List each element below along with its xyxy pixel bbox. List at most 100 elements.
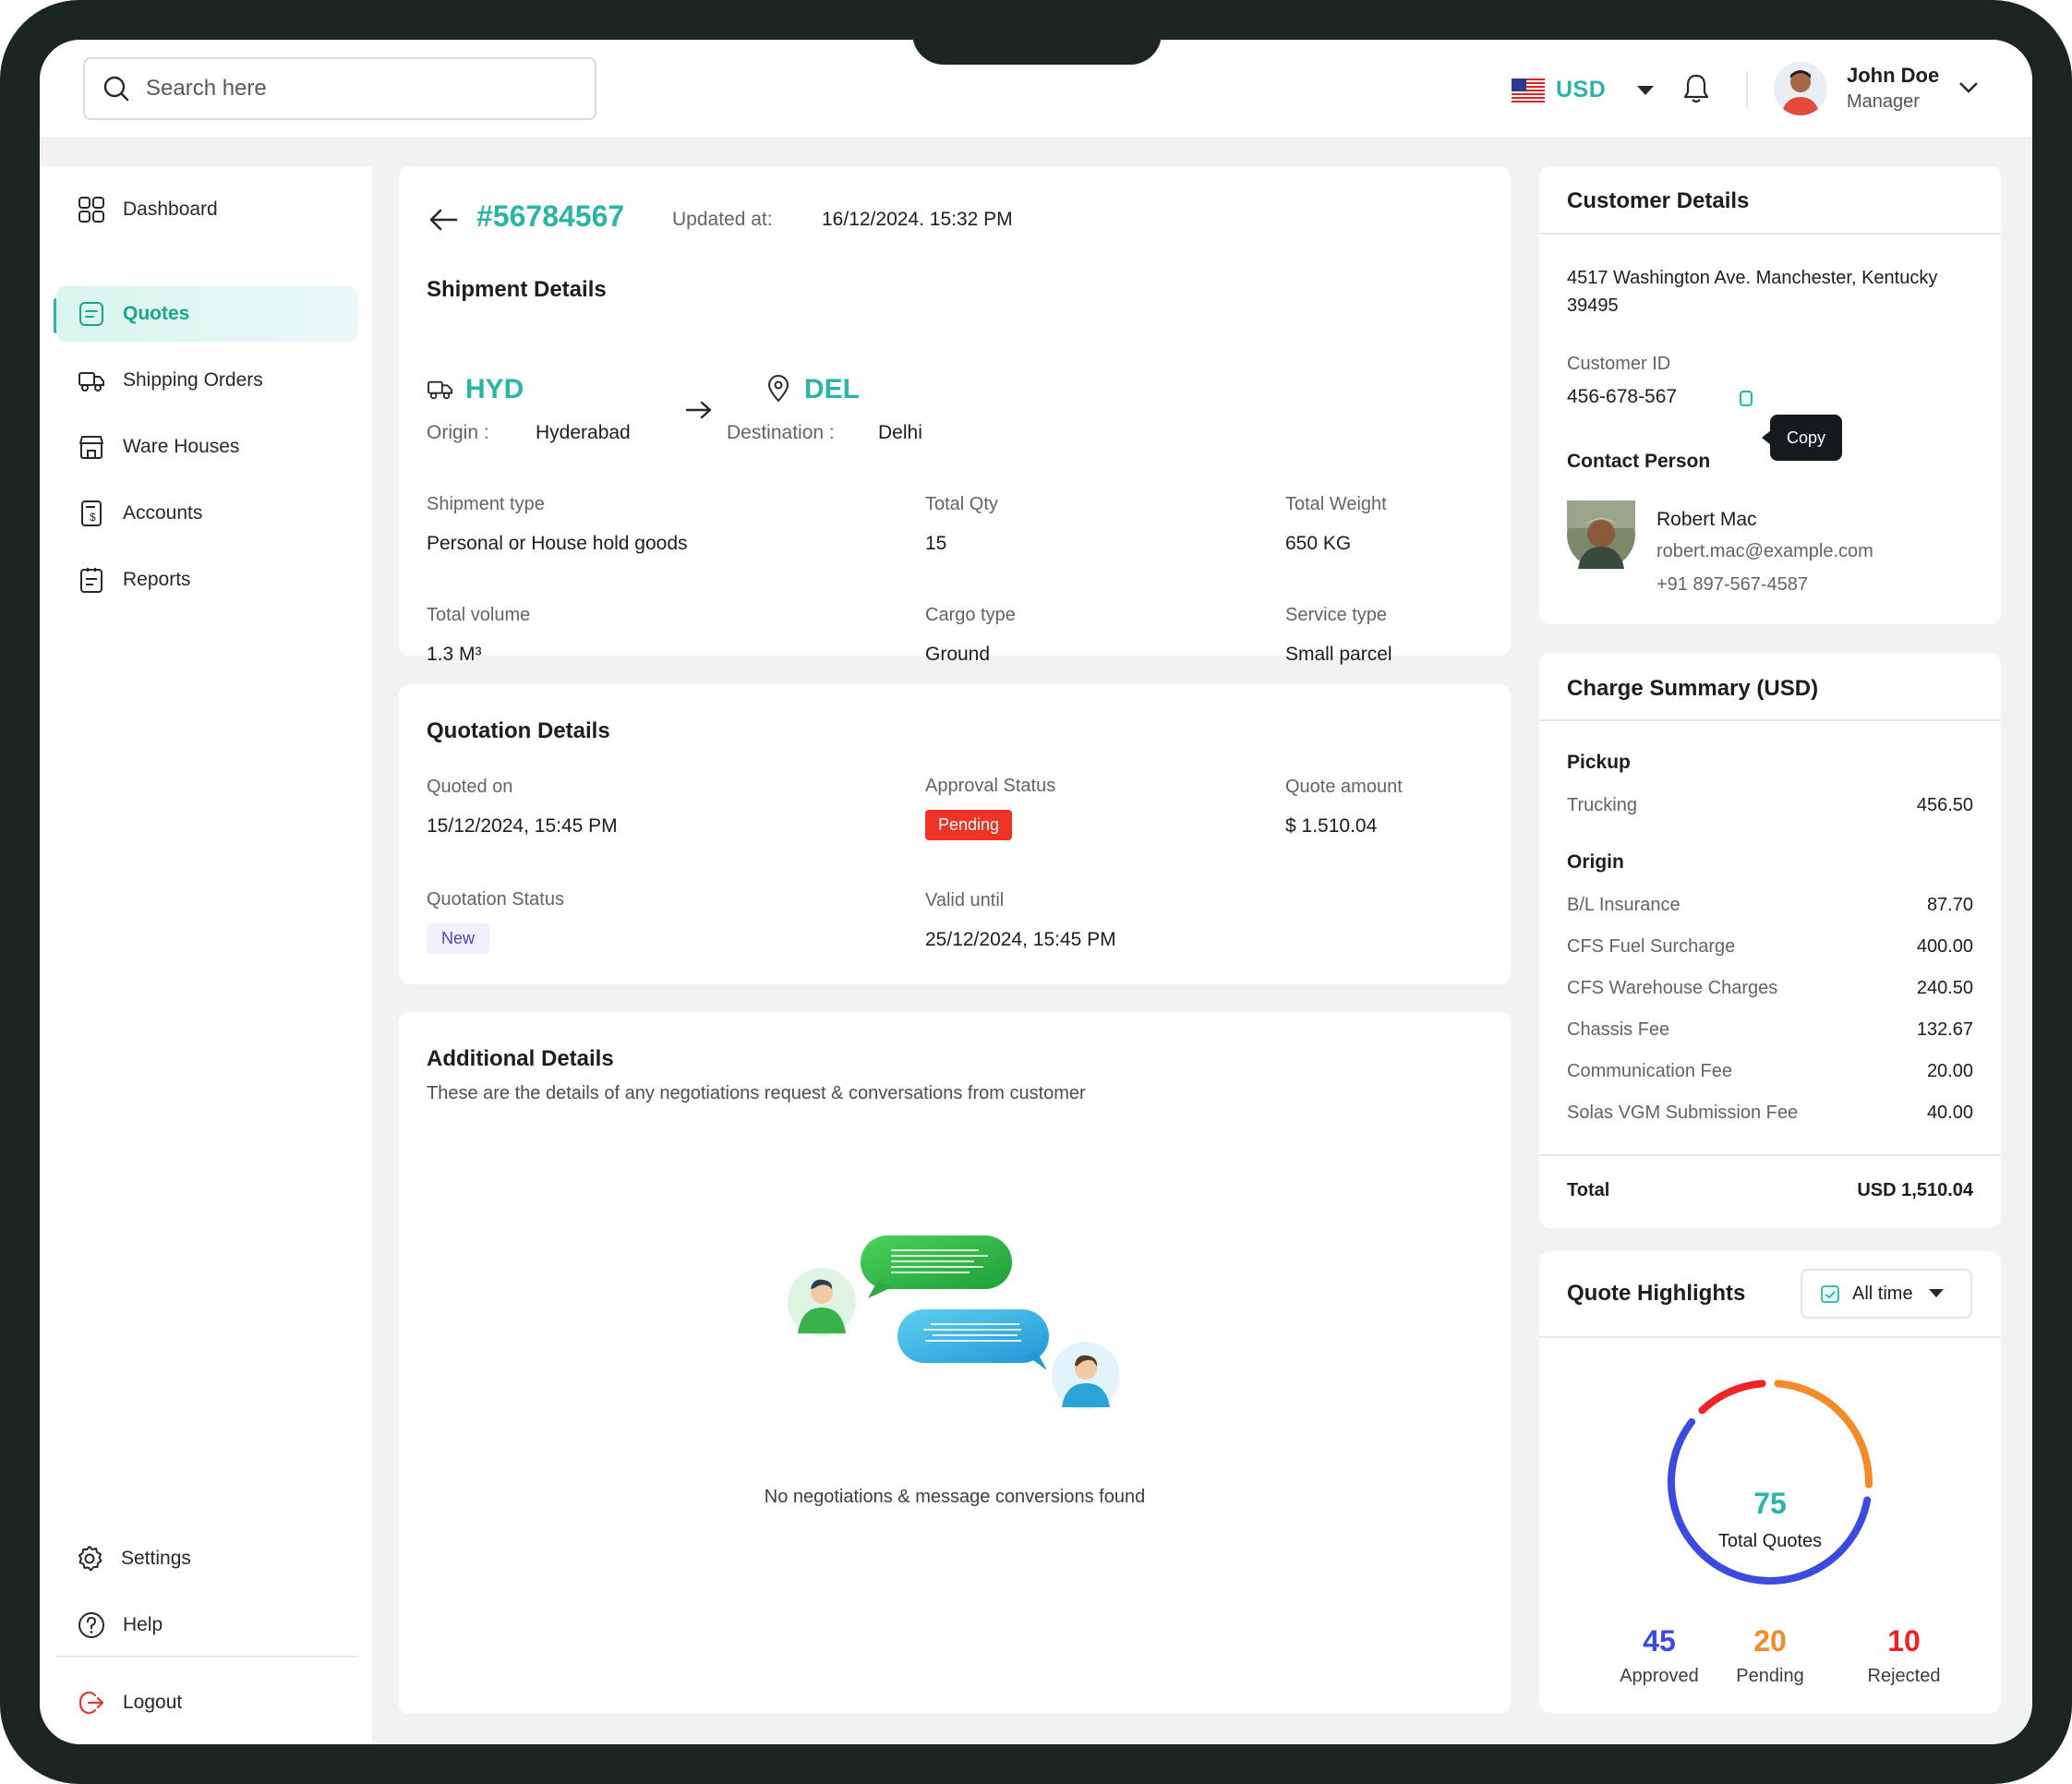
quoted-on-label: Quoted on [427,777,513,797]
contact-phone: +91 897-567-4587 [1656,574,1809,595]
calendar-icon [1821,1285,1839,1303]
sidebar-item-label: Ware Houses [123,436,240,457]
search-icon [103,76,129,102]
field-label: Total volume [427,605,531,625]
sidebar-item-reports[interactable]: Reports [56,552,357,608]
charge-value: 40.00 [1926,1103,1973,1123]
search-box[interactable] [83,57,596,120]
time-filter-dropdown[interactable]: All time [1801,1269,1972,1319]
sidebar-item-settings[interactable]: Settings [56,1531,357,1586]
user-role: Manager [1847,91,1920,112]
updated-value: 16/12/2024. 15:32 PM [822,209,1013,230]
additional-details-card: Additional Details These are the details… [399,1012,1511,1714]
sidebar-item-quotes[interactable]: Quotes [56,286,357,342]
charge-label: Trucking [1567,795,1637,815]
quote-highlights-card: Quote Highlights All time 75 Total Quote… [1539,1251,2001,1713]
sidebar-item-ware-houses[interactable]: Ware Houses [56,419,357,475]
time-filter-label: All time [1852,1283,1913,1304]
svg-text:$: $ [90,511,96,524]
sidebar-item-label: Reports [123,569,191,590]
copy-tooltip: Copy [1762,415,1842,461]
chevron-down-icon[interactable] [1958,81,1979,94]
charge-value: 456.50 [1916,795,1973,815]
user-avatar[interactable] [1774,62,1827,115]
section-title: Shipment Details [427,277,607,302]
sidebar-item-dashboard[interactable]: Dashboard [56,182,357,237]
sidebar-item-accounts[interactable]: $ Accounts [56,486,357,541]
caret-down-icon [1928,1289,1944,1297]
sidebar-item-help[interactable]: Help [56,1597,357,1653]
location-pin-icon [767,375,789,403]
logout-label: Logout [123,1692,183,1713]
rejected-count: 10 [1887,1624,1921,1657]
customer-id-label: Customer ID [1567,354,1671,374]
approved-label: Approved [1620,1666,1699,1686]
sidebar-item-label: Shipping Orders [123,369,263,391]
status-badge: New [427,923,490,954]
field-label: Shipment type [427,494,545,514]
status-badge: Pending [925,810,1013,840]
quoted-on-value: 15/12/2024, 15:45 PM [427,815,618,837]
quote-amount-value: $ 1.510.04 [1285,815,1378,837]
destination-code: DEL [804,374,860,404]
charge-row: Solas VGM Submission Fee 40.00 [1567,1103,1973,1124]
copy-icon[interactable] [1738,388,1754,408]
rejected-label: Rejected [1867,1666,1941,1686]
invoice-icon: $ [81,500,102,526]
field-value: Ground [925,644,991,665]
contact-email[interactable]: robert.mac@example.com [1656,541,1873,562]
total-label: Total [1567,1180,1610,1200]
arrow-left-icon[interactable] [428,207,458,233]
bell-icon[interactable] [1680,72,1712,105]
valid-until-label: Valid until [925,890,1005,910]
pending-count: 20 [1753,1624,1787,1657]
search-input[interactable] [146,76,571,102]
sidebar-item-shipping-orders[interactable]: Shipping Orders [56,353,357,408]
empty-state-text: No negotiations & message conversions fo… [764,1487,1146,1507]
divider [1539,1336,2001,1338]
sidebar-item-label: Accounts [123,502,203,524]
stat-pending: 20 Pending [1715,1624,1825,1687]
section-subtitle: These are the details of any negotiation… [427,1083,1086,1103]
sidebar-item-logout[interactable]: Logout [56,1675,357,1730]
device-notch [912,28,1162,65]
quotation-status-label: Quotation Status [427,889,564,910]
charge-label: B/L Insurance [1567,895,1680,915]
arrow-right-icon [685,401,712,419]
field-label: Service type [1285,605,1388,625]
charge-label: Solas VGM Submission Fee [1567,1103,1799,1123]
charge-label: CFS Warehouse Charges [1567,978,1778,998]
approved-count: 45 [1643,1624,1676,1657]
section-title: Customer Details [1567,188,1750,213]
origin-city: Hyderabad [536,422,631,443]
stat-rejected: 10 Rejected [1849,1624,1959,1687]
field-label: Total Qty [925,494,998,514]
chat-illustration [788,1236,1120,1410]
charge-value: 87.70 [1926,895,1973,915]
field-value: 650 KG [1285,533,1352,554]
gear-icon [78,1546,102,1572]
charge-value: 132.67 [1916,1019,1973,1040]
charge-value: 20.00 [1926,1061,1973,1081]
charge-value: 400.00 [1916,936,1973,957]
report-icon [80,568,102,593]
app-screen: USD John Doe Manager Dashboard Quotes Sh… [40,40,2032,1744]
customer-details-card: Customer Details 4517 Washington Ave. Ma… [1539,166,2001,624]
field-label: Cargo type [925,605,1016,625]
charge-row: CFS Warehouse Charges 240.50 [1567,978,1973,999]
donut-chart [1668,1380,1873,1585]
charge-label: Communication Fee [1567,1061,1732,1081]
charge-label: Chassis Fee [1567,1019,1670,1040]
contact-avatar [1567,500,1635,569]
section-title: Quotation Details [427,718,610,743]
us-flag-icon [1512,78,1545,102]
donut-segment-pending [1774,1380,1873,1489]
shipment-details-card: #56784567 Updated at: 16/12/2024. 15:32 … [399,166,1511,665]
pending-label: Pending [1736,1666,1804,1686]
sidebar-item-label: Dashboard [123,199,218,220]
quote-doc-icon [79,302,103,326]
charge-row: Trucking 456.50 [1567,795,1973,816]
divider [1746,71,1748,108]
currency-selector[interactable]: USD [1512,77,1656,103]
field-value: Personal or House hold goods [427,533,688,554]
